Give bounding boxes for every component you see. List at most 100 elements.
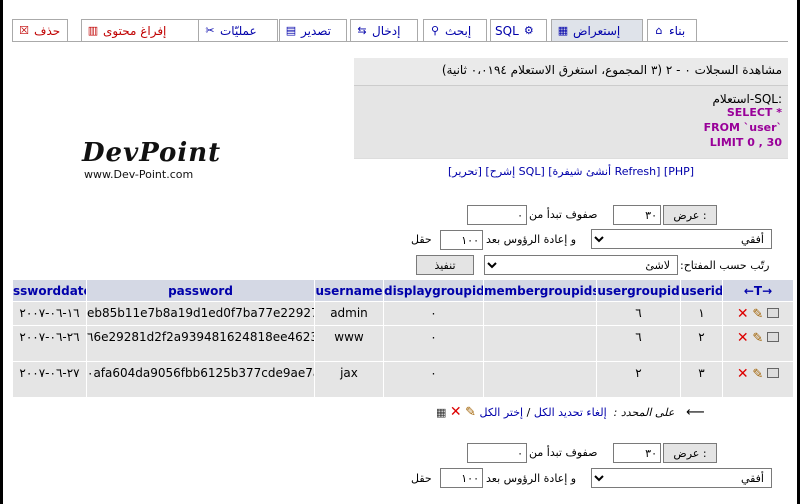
query-summary: مشاهدة السجلات ٠ - ٢ (٣ المجموع، استغرق … bbox=[354, 58, 788, 86]
cell-password: eb85b11e7b8a19d1ed0f7ba77e22927b bbox=[86, 301, 315, 326]
sql-query-display: استعلام-SQL: SELECT * FROM `user` LIMIT … bbox=[354, 86, 788, 158]
bulk-delete-icon[interactable]: ✕ bbox=[450, 404, 462, 420]
cell-username: jax bbox=[314, 361, 384, 398]
logo-text: DevPoint bbox=[82, 138, 222, 168]
row-checkbox[interactable] bbox=[767, 308, 780, 318]
browse-icon: ▦ bbox=[557, 24, 569, 37]
sql-line-limit: LIMIT 0 , 30 bbox=[709, 136, 782, 149]
cell-membergroupids bbox=[483, 361, 597, 398]
table-view-icon[interactable]: ▦ bbox=[436, 406, 446, 419]
tab-bar: ☒ حذف ▥ إفراغ محتوى ✂ عمليّات ▤ تصدير ⇆ إدخال… bbox=[12, 18, 788, 42]
row-checkbox[interactable] bbox=[767, 368, 780, 378]
show-button-top[interactable]: عرض : bbox=[663, 205, 717, 225]
query-action-links[interactable]: [تحرير] [إشرح SQL] [أنشئ شيفرة Refresh] … bbox=[354, 158, 788, 184]
row-actions: ✕ ✎ bbox=[722, 361, 794, 398]
row-actions: ✕ ✎ bbox=[722, 325, 794, 362]
tab-empty[interactable]: ▥ إفراغ محتوى bbox=[81, 19, 199, 41]
column-header-ssworddate[interactable]: ssworddate bbox=[12, 279, 87, 302]
uncheck-all-link[interactable]: إلغاء تحديد الكل bbox=[534, 406, 607, 419]
cell-usergroupid: ٦ bbox=[596, 325, 681, 362]
tab-label: حذف bbox=[34, 23, 61, 38]
delete-icon[interactable]: ✕ bbox=[737, 366, 749, 382]
cell-password: ٠afa604da9056fbb6125b377cde9ae7a bbox=[86, 361, 315, 398]
query-info-box: مشاهدة السجلات ٠ - ٢ (٣ المجموع، استغرق … bbox=[354, 58, 788, 184]
tab-label: SQL bbox=[495, 23, 519, 38]
sort-key-select[interactable]: لاشئ bbox=[484, 255, 678, 275]
rows-count-input-bottom[interactable] bbox=[613, 443, 661, 463]
rows-start-label-bottom: صفوف تبدأ من bbox=[529, 446, 598, 459]
cell-usergroupid: ٦ bbox=[596, 301, 681, 326]
column-header-userid[interactable]: userid bbox=[680, 279, 723, 302]
display-mode-select-bottom[interactable]: أفقي bbox=[591, 468, 772, 488]
delete-icon[interactable]: ✕ bbox=[737, 330, 749, 346]
table-row: ٢٧-٠٦-٢٠٠٧ ٠afa604da9056fbb6125b377cde9a… bbox=[12, 361, 794, 398]
tab-label: عمليّات bbox=[220, 23, 257, 38]
tab-label: بناء bbox=[669, 23, 686, 38]
cell-displaygroupid: ٠ bbox=[383, 325, 484, 362]
tab-search[interactable]: ⚲ إبحث bbox=[423, 19, 487, 41]
tab-insert[interactable]: ⇆ إدخال bbox=[350, 19, 418, 41]
tab-structure[interactable]: ⌂ بناء bbox=[647, 19, 697, 41]
with-selected-label: على المحدد : bbox=[613, 406, 675, 419]
operations-icon: ✂ bbox=[205, 24, 215, 37]
start-row-input-bottom[interactable] bbox=[467, 443, 527, 463]
table-row: ٢٦-٠٦-٢٠٠٧ ٦6e29281d2f2a939481624818ee46… bbox=[12, 325, 794, 362]
column-header-displaygroupid[interactable]: displaygroupid bbox=[383, 279, 484, 302]
display-mode-select-top[interactable]: أفقي bbox=[591, 229, 772, 249]
tab-label: إفراغ محتوى bbox=[103, 23, 167, 38]
go-button[interactable]: تنفيذ bbox=[416, 255, 474, 275]
sort-by-key-label: رتّب حسب المفتاح: bbox=[680, 259, 770, 272]
check-all-link[interactable]: إختر الكل bbox=[480, 406, 524, 419]
sql-line-from: FROM `user` bbox=[703, 121, 782, 134]
insert-icon: ⇆ bbox=[357, 24, 367, 37]
table-row: ١٦-٠٦-٢٠٠٧ eb85b11e7b8a19d1ed0f7ba77e229… bbox=[12, 301, 794, 326]
column-header-password[interactable]: password bbox=[86, 279, 315, 302]
cell-username: admin bbox=[314, 301, 384, 326]
rows-start-label-top: صفوف تبدأ من bbox=[529, 208, 598, 221]
show-button-bottom[interactable]: عرض : bbox=[663, 443, 717, 463]
column-header-username[interactable]: username bbox=[314, 279, 384, 302]
drop-icon: ☒ bbox=[19, 24, 29, 37]
start-row-input-top[interactable] bbox=[467, 205, 527, 225]
cell-username: www bbox=[314, 325, 384, 362]
arrow-right-icon: → bbox=[762, 283, 773, 298]
cell-membergroupids bbox=[483, 301, 597, 326]
edit-icon[interactable]: ✎ bbox=[752, 367, 763, 382]
tab-drop[interactable]: ☒ حذف bbox=[12, 19, 68, 41]
structure-icon: ⌂ bbox=[655, 24, 663, 37]
tab-sql[interactable]: SQL ⚙ bbox=[490, 19, 547, 41]
row-actions: ✕ ✎ bbox=[722, 301, 794, 326]
corner-arrow-icon: ⟵ bbox=[677, 405, 705, 420]
column-header-membergroupids[interactable]: membergroupids bbox=[483, 279, 597, 302]
cell-ssworddate: ٢٦-٠٦-٢٠٠٧ bbox=[12, 325, 87, 362]
tab-operations[interactable]: ✂ عمليّات bbox=[198, 19, 278, 41]
sql-icon: ⚙ bbox=[523, 24, 534, 37]
repeat-headers-label-bottom: و إعادة الرؤوس بعد bbox=[486, 472, 577, 485]
column-header-usergroupid[interactable]: usergroupid bbox=[596, 279, 681, 302]
bulk-actions-bar: ▦ ✕ ✎ على المحدد : إلغاء تحديد الكل / إخ… bbox=[436, 404, 705, 420]
rows-count-input-top[interactable] bbox=[613, 205, 661, 225]
results-table: ssworddate password username displaygrou… bbox=[12, 279, 794, 398]
cell-ssworddate: ١٦-٠٦-٢٠٠٧ bbox=[12, 301, 87, 326]
cell-userid: ٢ bbox=[680, 325, 723, 362]
delete-icon[interactable]: ✕ bbox=[737, 306, 749, 322]
row-checkbox[interactable] bbox=[767, 332, 780, 342]
tab-label: إبحث bbox=[445, 23, 472, 38]
repeat-headers-input-bottom[interactable] bbox=[440, 468, 483, 488]
tab-browse[interactable]: ▦ إستعراض bbox=[551, 19, 643, 41]
bulk-edit-icon[interactable]: ✎ bbox=[465, 405, 476, 420]
cell-password: ٦6e29281d2f2a939481624818ee4623d bbox=[86, 325, 315, 362]
cell-userid: ٣ bbox=[680, 361, 723, 398]
cell-displaygroupid: ٠ bbox=[383, 301, 484, 326]
cell-membergroupids bbox=[483, 325, 597, 362]
field-label-bottom: حقل bbox=[411, 472, 432, 485]
cell-usergroupid: ٢ bbox=[596, 361, 681, 398]
edit-icon[interactable]: ✎ bbox=[752, 331, 763, 346]
repeat-headers-input-top[interactable] bbox=[440, 230, 483, 250]
arrow-left-icon: ← bbox=[743, 283, 754, 298]
tab-export[interactable]: ▤ تصدير bbox=[279, 19, 347, 41]
edit-icon[interactable]: ✎ bbox=[752, 307, 763, 322]
cell-ssworddate: ٢٧-٠٦-٢٠٠٧ bbox=[12, 361, 87, 398]
empty-icon: ▥ bbox=[87, 24, 99, 37]
sql-query-label: استعلام-SQL: bbox=[712, 92, 782, 106]
